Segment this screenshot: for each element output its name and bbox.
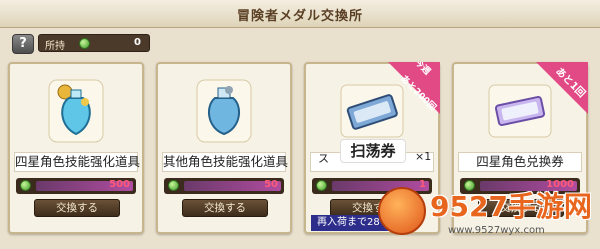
page-title: 冒険者メダル交換所 [236, 9, 363, 24]
item-cost-value: 50 [264, 179, 278, 190]
exchange-button[interactable]: 交換する [34, 199, 120, 217]
item-name: 四星角色技能强化道具 [14, 152, 140, 172]
title-bar: 冒険者メダル交換所 [0, 0, 600, 28]
exchange-button[interactable]: 交換する [182, 199, 268, 217]
green-medal-icon [79, 38, 90, 49]
limit-ribbon: 今週 あと200回 [388, 62, 440, 114]
blue-potion-icon [166, 72, 282, 150]
blue-potion-icon [18, 72, 134, 150]
item-cost: 500 [16, 178, 136, 194]
green-medal-icon [168, 180, 179, 191]
watermark-url: www.9527wyx.com [448, 225, 545, 236]
item-cost: 50 [164, 178, 284, 194]
holdings-label: 所持 [45, 41, 65, 52]
item-name: 其他角色技能强化道具 [162, 152, 288, 172]
item-name-prefix: ス [318, 152, 329, 165]
holdings-value: 0 [134, 37, 141, 48]
green-medal-icon [316, 180, 327, 191]
item-name-overlay: 扫荡券 [340, 139, 406, 163]
watermark-text: 9527手游网 [430, 190, 592, 223]
green-medal-icon [20, 180, 31, 191]
limit-ribbon: あと1回 [536, 62, 588, 114]
help-button[interactable]: ? [12, 34, 34, 54]
shop-item-card: 四星角色技能强化道具 500 交換する [8, 62, 144, 234]
shop-item-card: 其他角色技能强化道具 50 交換する [156, 62, 292, 234]
watermark: 9527手游网 www.9527wyx.com [378, 185, 600, 249]
item-cost-value: 500 [109, 179, 130, 190]
item-name: 四星角色兑换券 [458, 152, 582, 172]
watermark-logo-icon [378, 187, 426, 235]
item-quantity: ×1 [415, 150, 432, 163]
holdings-bar: 所持 0 [38, 34, 150, 52]
